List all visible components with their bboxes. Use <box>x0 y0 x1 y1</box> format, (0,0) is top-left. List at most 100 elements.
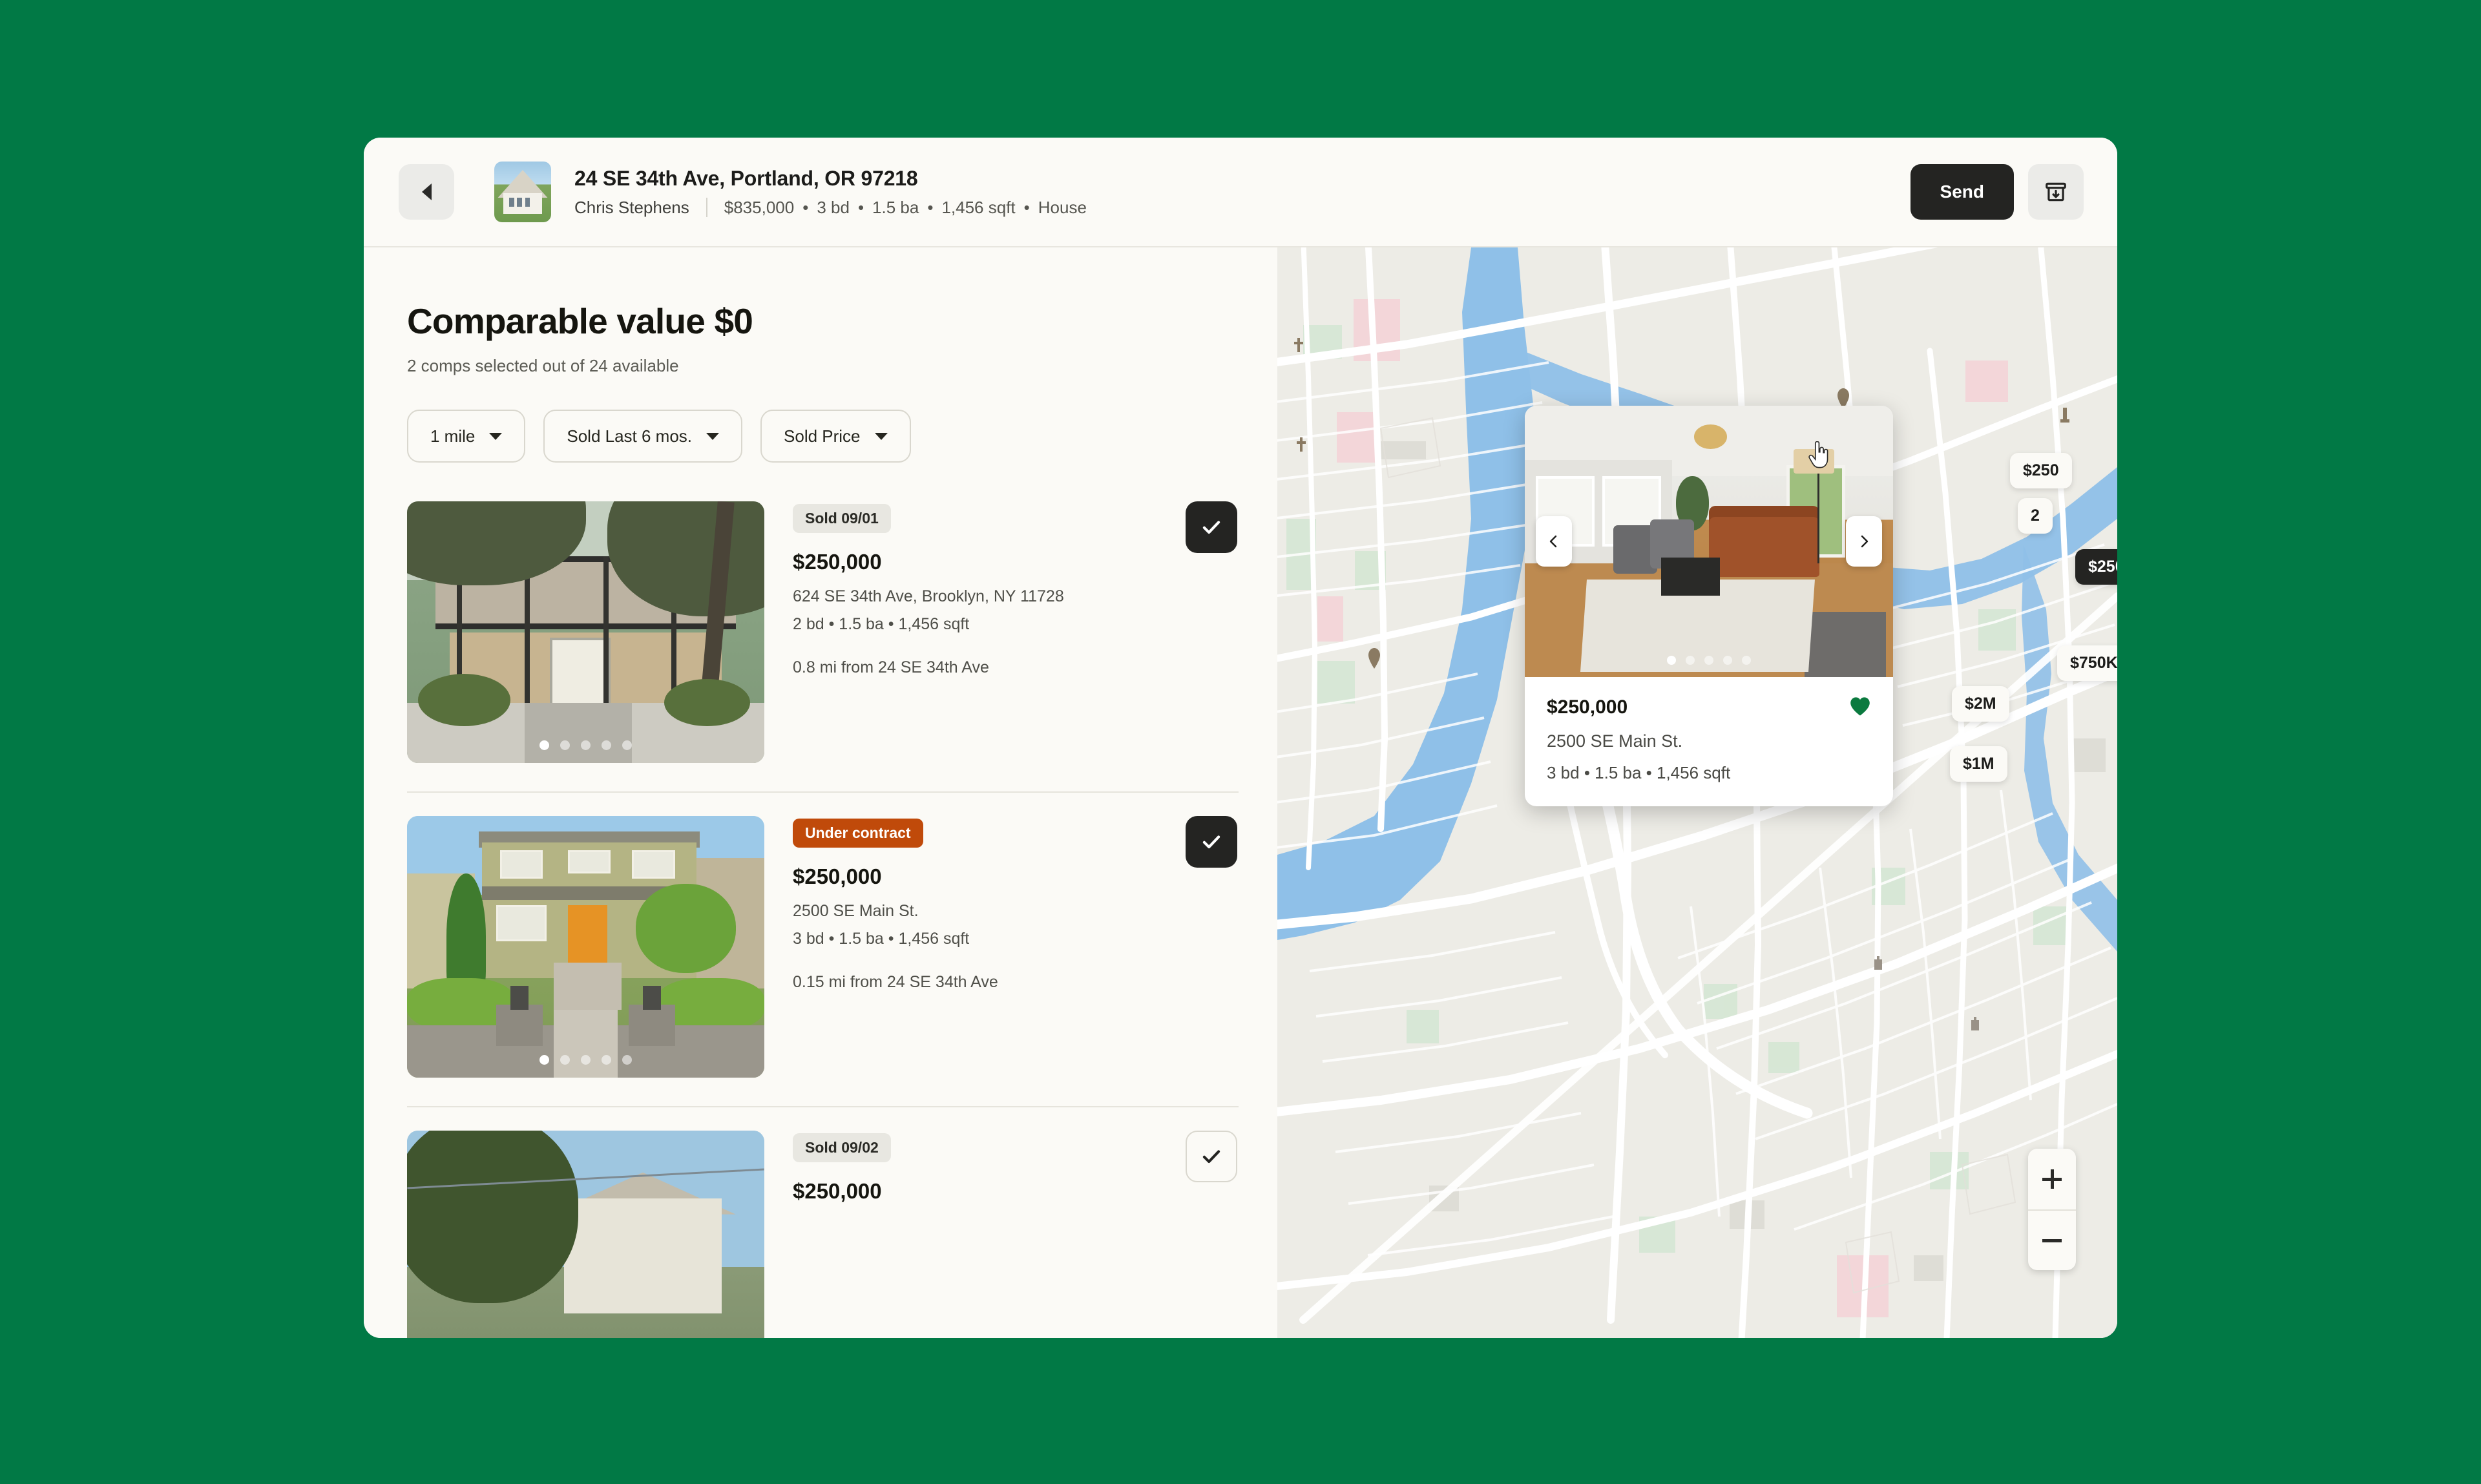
poi-church-icon <box>1294 436 1308 459</box>
filter-sold-price[interactable]: Sold Price <box>760 410 911 463</box>
carousel-dot[interactable] <box>602 740 611 750</box>
map-listing-popup[interactable]: $250,000 2500 SE Main St. 3 bd • 1.5 ba … <box>1525 406 1893 806</box>
comp-photo[interactable] <box>407 816 764 1078</box>
photo-steps <box>553 962 622 1010</box>
archive-button[interactable] <box>2028 164 2084 220</box>
comp-price: $250,000 <box>793 864 882 888</box>
page-title: 24 SE 34th Ave, Portland, OR 97218 <box>574 166 918 190</box>
filter-distance[interactable]: 1 mile <box>407 410 526 463</box>
comps-list: Sold 09/01 $250,000 624 SE 34th Ave, Bro… <box>407 501 1239 1338</box>
filter-bar: 1 mile Sold Last 6 mos. Sold Price <box>407 410 1239 463</box>
poi-building-icon <box>1969 1016 1982 1036</box>
thumb-window <box>517 198 523 207</box>
poi-tree-icon <box>1368 648 1381 672</box>
comp-address: 624 SE 34th Ave, Brooklyn, NY 11728 <box>793 587 1064 605</box>
carousel-dot[interactable] <box>539 1055 549 1065</box>
comp-price: $250,000 <box>793 550 882 574</box>
comp-list-item[interactable]: Sold 09/01 $250,000 624 SE 34th Ave, Bro… <box>407 501 1239 791</box>
property-baths: 1.5 ba <box>872 197 919 217</box>
carousel-dot[interactable] <box>1704 656 1713 665</box>
photo-path <box>525 702 633 763</box>
photo-window <box>567 850 611 874</box>
map-zoom-controls[interactable] <box>2028 1149 2076 1270</box>
status-badge: Under contract <box>793 819 923 848</box>
photo-shrub <box>664 679 750 727</box>
photo-carousel-dots[interactable] <box>407 1055 764 1065</box>
send-button[interactable]: Send <box>1910 164 2014 220</box>
carousel-dot[interactable] <box>1667 656 1676 665</box>
photo-walkway <box>553 1009 618 1078</box>
filter-distance-label: 1 mile <box>430 426 476 446</box>
favorite-button[interactable] <box>1849 696 1871 720</box>
photo-shrub <box>417 674 511 727</box>
property-beds: 3 bd <box>817 197 850 217</box>
tree-glyph <box>1368 648 1380 669</box>
app-window: 24 SE 34th Ave, Portland, OR 97218 Chris… <box>364 138 2117 1338</box>
map-price-pin[interactable]: $250 <box>2010 453 2072 488</box>
carousel-dot[interactable] <box>1742 656 1751 665</box>
map-price-pin[interactable]: $2M <box>1952 686 2009 722</box>
comp-photo[interactable] <box>407 501 764 763</box>
app-header: 24 SE 34th Ave, Portland, OR 97218 Chris… <box>364 138 2117 247</box>
popup-prev-button[interactable] <box>1536 516 1572 567</box>
chevron-left-icon <box>1549 535 1557 548</box>
comp-specs: 3 bd • 1.5 ba • 1,456 sqft <box>793 930 970 948</box>
comp-select-checkbox[interactable] <box>1186 816 1237 868</box>
map-price-pin[interactable]: $1M <box>1950 746 2007 782</box>
comp-select-checkbox[interactable] <box>1186 1131 1237 1182</box>
photo-carousel-dots[interactable] <box>407 740 764 750</box>
photo-column <box>603 556 609 708</box>
comp-price: $250,000 <box>793 1179 882 1203</box>
photo-pillar <box>496 1004 543 1047</box>
building-glyph <box>1874 956 1882 970</box>
zoom-in-button[interactable] <box>2028 1149 2076 1209</box>
carousel-dot[interactable] <box>1686 656 1695 665</box>
building-glyph <box>1971 1017 1979 1030</box>
carousel-dot[interactable] <box>1723 656 1732 665</box>
popup-photo[interactable] <box>1525 406 1893 677</box>
check-icon <box>1202 521 1220 534</box>
map-price-pin-selected[interactable]: $250K <box>2075 549 2117 585</box>
carousel-dot[interactable] <box>581 740 591 750</box>
photo-lamp <box>510 986 529 1010</box>
carousel-dot[interactable] <box>622 1055 632 1065</box>
comp-details: Under contract $250,000 2500 SE Main St.… <box>793 816 1239 1078</box>
carousel-dot[interactable] <box>539 740 549 750</box>
divider <box>706 198 707 217</box>
zoom-out-button[interactable] <box>2028 1209 2076 1270</box>
property-type: House <box>1038 197 1087 217</box>
map-panel[interactable]: $1M $250 2 5 Units $1.5M $1.8M $250K $75… <box>1277 247 2117 1338</box>
comps-selected-count: 2 comps selected out of 24 available <box>407 356 679 375</box>
comp-list-item[interactable]: Under contract $250,000 2500 SE Main St.… <box>407 791 1239 1106</box>
filter-sold-period[interactable]: Sold Last 6 mos. <box>543 410 743 463</box>
comparable-value-title: Comparable value $0 <box>407 301 753 341</box>
photo-window <box>499 850 543 879</box>
property-summary: Chris Stephens $835,000 • 3 bd • 1.5 ba … <box>574 198 1087 218</box>
status-badge: Sold 09/02 <box>793 1133 891 1162</box>
status-badge: Sold 09/01 <box>793 504 891 533</box>
property-sqft: 1,456 sqft <box>941 197 1016 217</box>
carousel-dot[interactable] <box>581 1055 591 1065</box>
comp-distance: 0.8 mi from 24 SE 34th Ave <box>793 658 989 676</box>
popup-carousel-dots[interactable] <box>1525 656 1893 665</box>
photo-window <box>496 904 547 942</box>
photo-door <box>550 637 611 708</box>
photo-window <box>632 850 675 879</box>
photo-pillar <box>628 1004 675 1047</box>
comp-select-checkbox[interactable] <box>1186 501 1237 553</box>
comp-distance: 0.15 mi from 24 SE 34th Ave <box>793 973 998 991</box>
back-button[interactable] <box>399 164 454 220</box>
photo-house-body <box>564 1198 722 1314</box>
map-price-pin[interactable]: $750K <box>2057 645 2117 681</box>
map-price-pin[interactable]: 2 <box>2018 498 2053 534</box>
popup-price: $250,000 <box>1547 696 1628 718</box>
carousel-dot[interactable] <box>560 1055 570 1065</box>
chevron-left-icon <box>421 183 432 200</box>
popup-next-button[interactable] <box>1846 516 1882 567</box>
comp-photo[interactable] <box>407 1131 764 1338</box>
thumb-window <box>508 198 514 207</box>
comp-list-item[interactable]: Sold 09/02 $250,000 <box>407 1106 1239 1338</box>
carousel-dot[interactable] <box>560 740 570 750</box>
carousel-dot[interactable] <box>602 1055 611 1065</box>
carousel-dot[interactable] <box>622 740 632 750</box>
